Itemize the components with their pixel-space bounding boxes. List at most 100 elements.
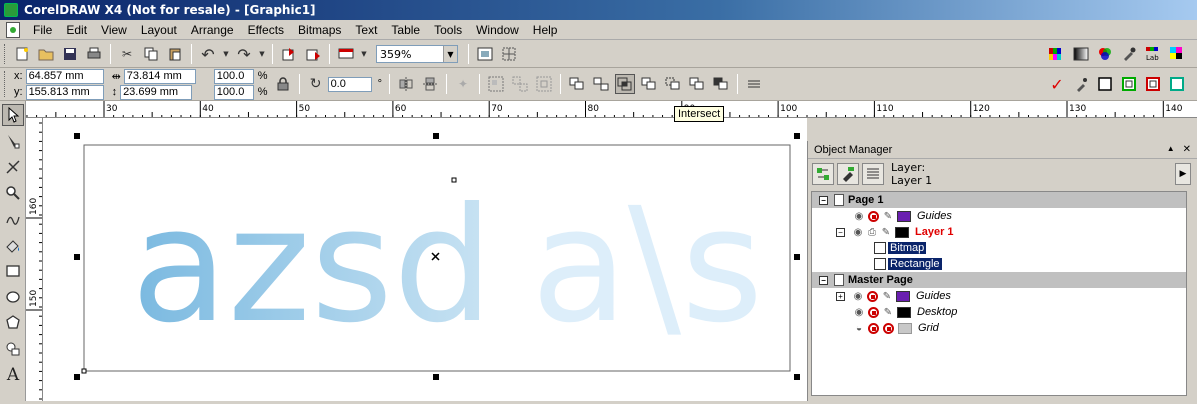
import-icon[interactable] — [279, 44, 299, 64]
menu-arrange[interactable]: Arrange — [184, 23, 241, 37]
outline-black-icon[interactable] — [1095, 74, 1115, 94]
redo-dropdown-icon[interactable]: ▼ — [258, 44, 266, 64]
menu-file[interactable]: File — [26, 23, 59, 37]
create-boundary-icon[interactable] — [744, 74, 764, 94]
snap-to-icon[interactable] — [499, 44, 519, 64]
menu-edit[interactable]: Edit — [59, 23, 94, 37]
edit-across-layers-icon[interactable] — [837, 163, 859, 185]
tree-rectangle[interactable]: Rectangle — [812, 256, 1186, 272]
mirror-horizontal-icon[interactable] — [396, 74, 416, 94]
collapse-toggle-icon[interactable]: − — [836, 227, 845, 237]
ungroup-all-icon[interactable] — [534, 74, 554, 94]
tree-master-page[interactable]: − Master Page — [812, 272, 1186, 288]
redo-icon[interactable]: ↷ — [234, 44, 254, 64]
cut-icon[interactable]: ✂ — [117, 44, 137, 64]
copy-icon[interactable] — [141, 44, 161, 64]
menu-view[interactable]: View — [94, 23, 134, 37]
collapse-docker-icon[interactable]: ▲ — [1167, 144, 1175, 155]
rectangle-tool-icon[interactable] — [2, 260, 24, 282]
zoom-tool-icon[interactable] — [2, 182, 24, 204]
new-document-icon[interactable] — [12, 44, 32, 64]
eyedropper-icon[interactable] — [1071, 74, 1091, 94]
document-icon[interactable] — [6, 21, 20, 38]
trim-icon[interactable] — [663, 74, 683, 94]
lock-ratio-icon[interactable] — [273, 74, 293, 94]
shape-tool-icon[interactable] — [2, 130, 24, 152]
pencil-icon[interactable]: ✎ — [880, 291, 894, 302]
scale-x-input[interactable]: 100.0 — [213, 68, 254, 84]
zoom-level-select[interactable]: 359% ▼ — [376, 45, 458, 63]
menu-bitmaps[interactable]: Bitmaps — [291, 23, 348, 37]
menu-layout[interactable]: Layout — [134, 23, 184, 37]
printer-icon[interactable]: ⎙ — [865, 227, 879, 238]
layer-manager-view-icon[interactable] — [862, 163, 884, 185]
tree-layer-1[interactable]: − ◉ ⎙ ✎ Layer 1 — [812, 224, 1186, 240]
combine-icon[interactable] — [567, 74, 587, 94]
lab-color-icon[interactable]: Lab — [1143, 44, 1163, 64]
close-docker-icon[interactable]: ✕ — [1183, 144, 1191, 155]
print-icon[interactable] — [84, 44, 104, 64]
layer-color-swatch[interactable] — [897, 306, 911, 318]
scale-y-input[interactable]: 100.0 — [213, 84, 254, 100]
show-properties-icon[interactable] — [812, 163, 834, 185]
menu-effects[interactable]: Effects — [241, 23, 291, 37]
basic-shapes-tool-icon[interactable] — [2, 338, 24, 360]
node-handle[interactable] — [81, 368, 87, 374]
undo-dropdown-icon[interactable]: ▼ — [222, 44, 230, 64]
collapse-toggle-icon[interactable]: − — [819, 195, 828, 205]
pencil-icon[interactable]: ✎ — [881, 307, 895, 318]
text-tool-icon[interactable]: A — [2, 364, 24, 386]
crop-tool-icon[interactable] — [2, 156, 24, 178]
tree-master-guides[interactable]: + ◉ ✎ Guides — [812, 288, 1186, 304]
tree-bitmap[interactable]: Bitmap — [812, 240, 1186, 256]
editable-disabled-icon[interactable] — [883, 322, 894, 334]
undo-icon[interactable]: ↶ — [198, 44, 218, 64]
pick-tool-icon[interactable] — [2, 104, 24, 126]
printable-disabled-icon[interactable] — [868, 210, 879, 222]
menu-tools[interactable]: Tools — [427, 23, 469, 37]
eye-icon[interactable]: ◉ — [851, 291, 865, 302]
collapse-toggle-icon[interactable]: − — [819, 275, 828, 285]
toolbar-grip[interactable] — [4, 44, 7, 64]
break-apart-icon[interactable] — [591, 74, 611, 94]
rotation-input[interactable]: 0.0 — [327, 76, 372, 92]
node-handle[interactable] — [451, 177, 457, 183]
tree-desktop[interactable]: ◉ ✎ Desktop — [812, 304, 1186, 320]
wrap-paragraph-icon[interactable]: ✦ — [453, 74, 473, 94]
height-input[interactable]: 23.699 mm — [120, 84, 193, 100]
ungroup-icon[interactable] — [510, 74, 530, 94]
bitmap-text-azsd[interactable]: azsd — [131, 174, 493, 358]
grayscale-icon[interactable] — [1071, 44, 1091, 64]
outline-red-icon[interactable] — [1143, 74, 1163, 94]
docker-menu-arrow-icon[interactable]: ▶ — [1175, 163, 1191, 185]
menu-text[interactable]: Text — [348, 23, 384, 37]
full-screen-preview-icon[interactable] — [475, 44, 495, 64]
cmyk-color-icon[interactable] — [1167, 44, 1187, 64]
tree-grid[interactable]: ◒ Grid — [812, 320, 1186, 336]
eye-icon[interactable]: ◉ — [852, 211, 866, 222]
outline-teal-icon[interactable] — [1167, 74, 1187, 94]
paste-icon[interactable] — [165, 44, 185, 64]
menu-help[interactable]: Help — [526, 23, 565, 37]
horizontal-ruler[interactable]: 30405060708090100110120130140 — [26, 101, 1197, 118]
eye-icon[interactable]: ◉ — [852, 307, 866, 318]
printable-disabled-icon[interactable] — [868, 322, 879, 334]
weld-icon[interactable] — [639, 74, 659, 94]
layer-color-swatch[interactable] — [896, 290, 910, 302]
open-folder-icon[interactable] — [36, 44, 56, 64]
outline-green-icon[interactable] — [1119, 74, 1139, 94]
launcher-dropdown-icon[interactable]: ▼ — [360, 44, 368, 64]
zoom-dropdown-icon[interactable]: ▼ — [443, 46, 457, 62]
color-dropper-icon[interactable] — [1119, 44, 1139, 64]
vertical-ruler[interactable]: 160 150 — [26, 118, 43, 401]
printable-disabled-icon[interactable] — [868, 306, 879, 318]
menu-window[interactable]: Window — [469, 23, 526, 37]
color-palette-icon[interactable] — [1047, 44, 1067, 64]
polygon-tool-icon[interactable] — [2, 312, 24, 334]
x-position-input[interactable]: 64.857 mm — [25, 68, 104, 84]
save-icon[interactable] — [60, 44, 80, 64]
tree-page-1[interactable]: − Page 1 — [812, 192, 1186, 208]
menu-table[interactable]: Table — [384, 23, 427, 37]
group-icon[interactable] — [486, 74, 506, 94]
rgb-channels-icon[interactable] — [1095, 44, 1115, 64]
